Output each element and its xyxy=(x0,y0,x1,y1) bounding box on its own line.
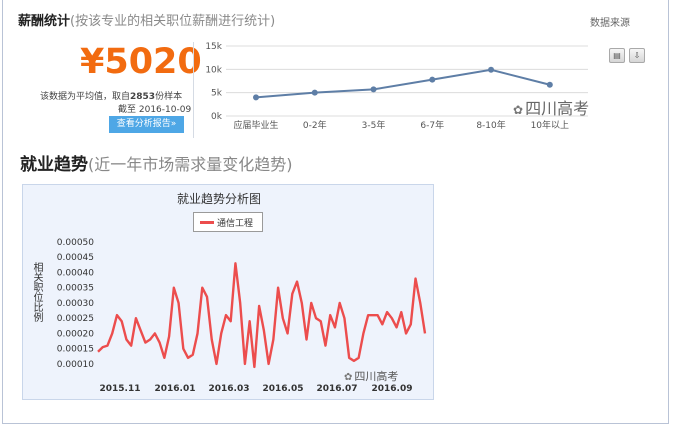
trend-series-line xyxy=(97,262,427,369)
frame-right-border xyxy=(668,0,669,424)
average-salary-value: ¥5020 xyxy=(80,42,202,82)
trend-ytick: 0.00015 xyxy=(57,345,94,355)
wechat-icon: ✿ xyxy=(513,103,524,117)
trend-chart-title: 就业趋势分析图 xyxy=(177,192,262,206)
salary-point xyxy=(311,89,318,96)
trend-ytick: 0.00010 xyxy=(57,360,94,370)
trend-xtick: 2015.11 xyxy=(100,384,141,394)
wechat-icon-small: ✿ xyxy=(344,372,353,383)
watermark-bottom: ✿ 四川高考 xyxy=(344,368,398,384)
frame-bottom-border xyxy=(2,423,669,424)
sample-note-prefix: 该数据为平均值，取自 xyxy=(40,92,131,102)
trend-ytick: 0.00035 xyxy=(57,284,94,294)
frame-left-border xyxy=(2,0,3,424)
sample-count: 2853 xyxy=(130,92,156,102)
watermark-top-text: 四川高考 xyxy=(525,99,590,118)
trend-xtick: 2016.01 xyxy=(155,384,196,394)
trend-ytick: 0.00045 xyxy=(57,253,94,263)
salary-point xyxy=(488,66,495,73)
date-note: 截至 2016-10-09 xyxy=(118,105,192,115)
trend-subtitle: (近一年市场需求量变化趋势) xyxy=(88,155,293,174)
watermark-bottom-text: 四川高考 xyxy=(354,370,399,383)
trend-ytick: 0.00020 xyxy=(57,329,94,339)
salary-point xyxy=(546,81,553,88)
salary-xtick: 6-7年 xyxy=(420,119,444,131)
trend-xtick: 2016.05 xyxy=(263,384,304,394)
sample-note: 该数据为平均值，取自2853份样本 xyxy=(40,89,182,102)
legend-label: 通信工程 xyxy=(217,219,254,229)
trend-legend[interactable]: 通信工程 xyxy=(193,212,263,232)
salary-title: 薪酬统计 xyxy=(18,14,71,29)
salary-xtick: 10年以上 xyxy=(531,119,569,131)
trend-ytick: 0.00025 xyxy=(57,314,94,324)
salary-xtick: 3-5年 xyxy=(362,119,386,131)
salary-by-experience-chart: 0k 5k 10k 15k 应届毕业生 0-2年 3-5年 6-7年 8-10年 10年以上 xyxy=(205,42,588,131)
salary-point xyxy=(429,76,436,83)
salary-xtick: 8-10年 xyxy=(476,119,505,131)
salary-point xyxy=(253,94,259,101)
trend-title: 就业趋势 xyxy=(20,155,88,175)
trend-section-title: 就业趋势(近一年市场需求量变化趋势) xyxy=(20,150,293,175)
trend-xtick: 2016.07 xyxy=(317,384,358,394)
salary-point xyxy=(370,86,377,93)
data-source-link[interactable]: 数据来源 xyxy=(590,14,630,29)
download-icon[interactable]: ⇩ xyxy=(629,48,645,63)
salary-series-line xyxy=(255,68,551,99)
salary-ytick: 15k xyxy=(205,42,222,52)
salary-ytick: 10k xyxy=(205,65,222,75)
view-report-button[interactable]: 查看分析报告» xyxy=(109,116,184,133)
salary-section-title: 薪酬统计(按该专业的相关职位薪酬进行统计) xyxy=(18,10,275,29)
trend-ytick: 0.00040 xyxy=(57,268,94,278)
legend-swatch xyxy=(200,221,214,224)
watermark-top: ✿ 四川高考 xyxy=(513,95,589,119)
print-icon[interactable]: ▤ xyxy=(609,48,625,63)
trend-ytick: 0.00050 xyxy=(57,238,94,248)
salary-ytick: 5k xyxy=(211,89,223,99)
section-divider xyxy=(193,42,194,138)
salary-xtick: 应届毕业生 xyxy=(233,119,278,131)
salary-subtitle: (按该专业的相关职位薪酬进行统计) xyxy=(70,14,276,29)
sample-note-suffix: 份样本 xyxy=(155,92,183,102)
salary-ytick: 0k xyxy=(211,112,223,122)
trend-xtick: 2016.03 xyxy=(209,384,250,394)
trend-xtick: 2016.09 xyxy=(372,384,413,394)
salary-xtick: 0-2年 xyxy=(303,119,327,131)
trend-ytick: 0.00030 xyxy=(57,299,94,309)
